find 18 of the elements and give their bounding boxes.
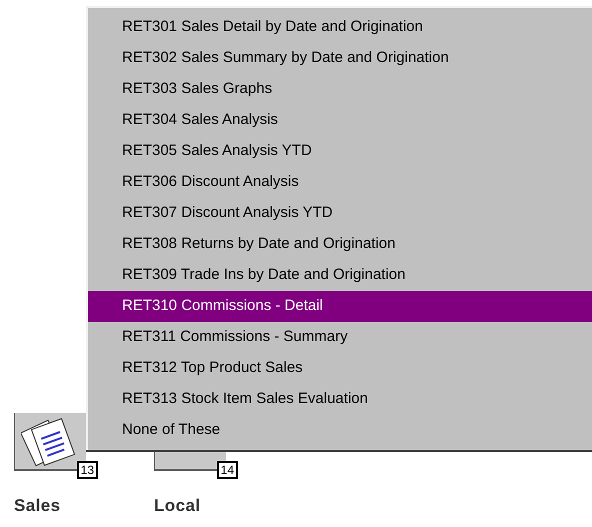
menu-item[interactable]: RET304 Sales Analysis — [88, 105, 592, 136]
count-badge: 13 — [76, 461, 98, 479]
menu-item[interactable]: RET312 Top Product Sales — [88, 353, 592, 384]
menu-item[interactable]: RET301 Sales Detail by Date and Origination — [88, 12, 592, 43]
menu-item[interactable]: RET303 Sales Graphs — [88, 74, 592, 105]
menu-item[interactable]: None of These — [88, 415, 592, 446]
menu-item[interactable]: RET309 Trade Ins by Date and Origination — [88, 260, 592, 291]
count-badge: 14 — [216, 461, 238, 479]
menu-item[interactable]: RET313 Stock Item Sales Evaluation — [88, 384, 592, 415]
menu-item[interactable]: RET307 Discount Analysis YTD — [88, 198, 592, 229]
menu-item[interactable]: RET308 Returns by Date and Origination — [88, 229, 592, 260]
shortcut-label: Sales — [14, 495, 61, 517]
shortcut-label: Local — [154, 495, 201, 517]
menu-item[interactable]: RET310 Commissions - Detail — [88, 291, 592, 322]
menu-item[interactable]: RET311 Commissions - Summary — [88, 322, 592, 353]
menu-item[interactable]: RET306 Discount Analysis — [88, 167, 592, 198]
menu-item[interactable]: RET302 Sales Summary by Date and Origination — [88, 43, 592, 74]
menu-item[interactable]: RET305 Sales Analysis YTD — [88, 136, 592, 167]
